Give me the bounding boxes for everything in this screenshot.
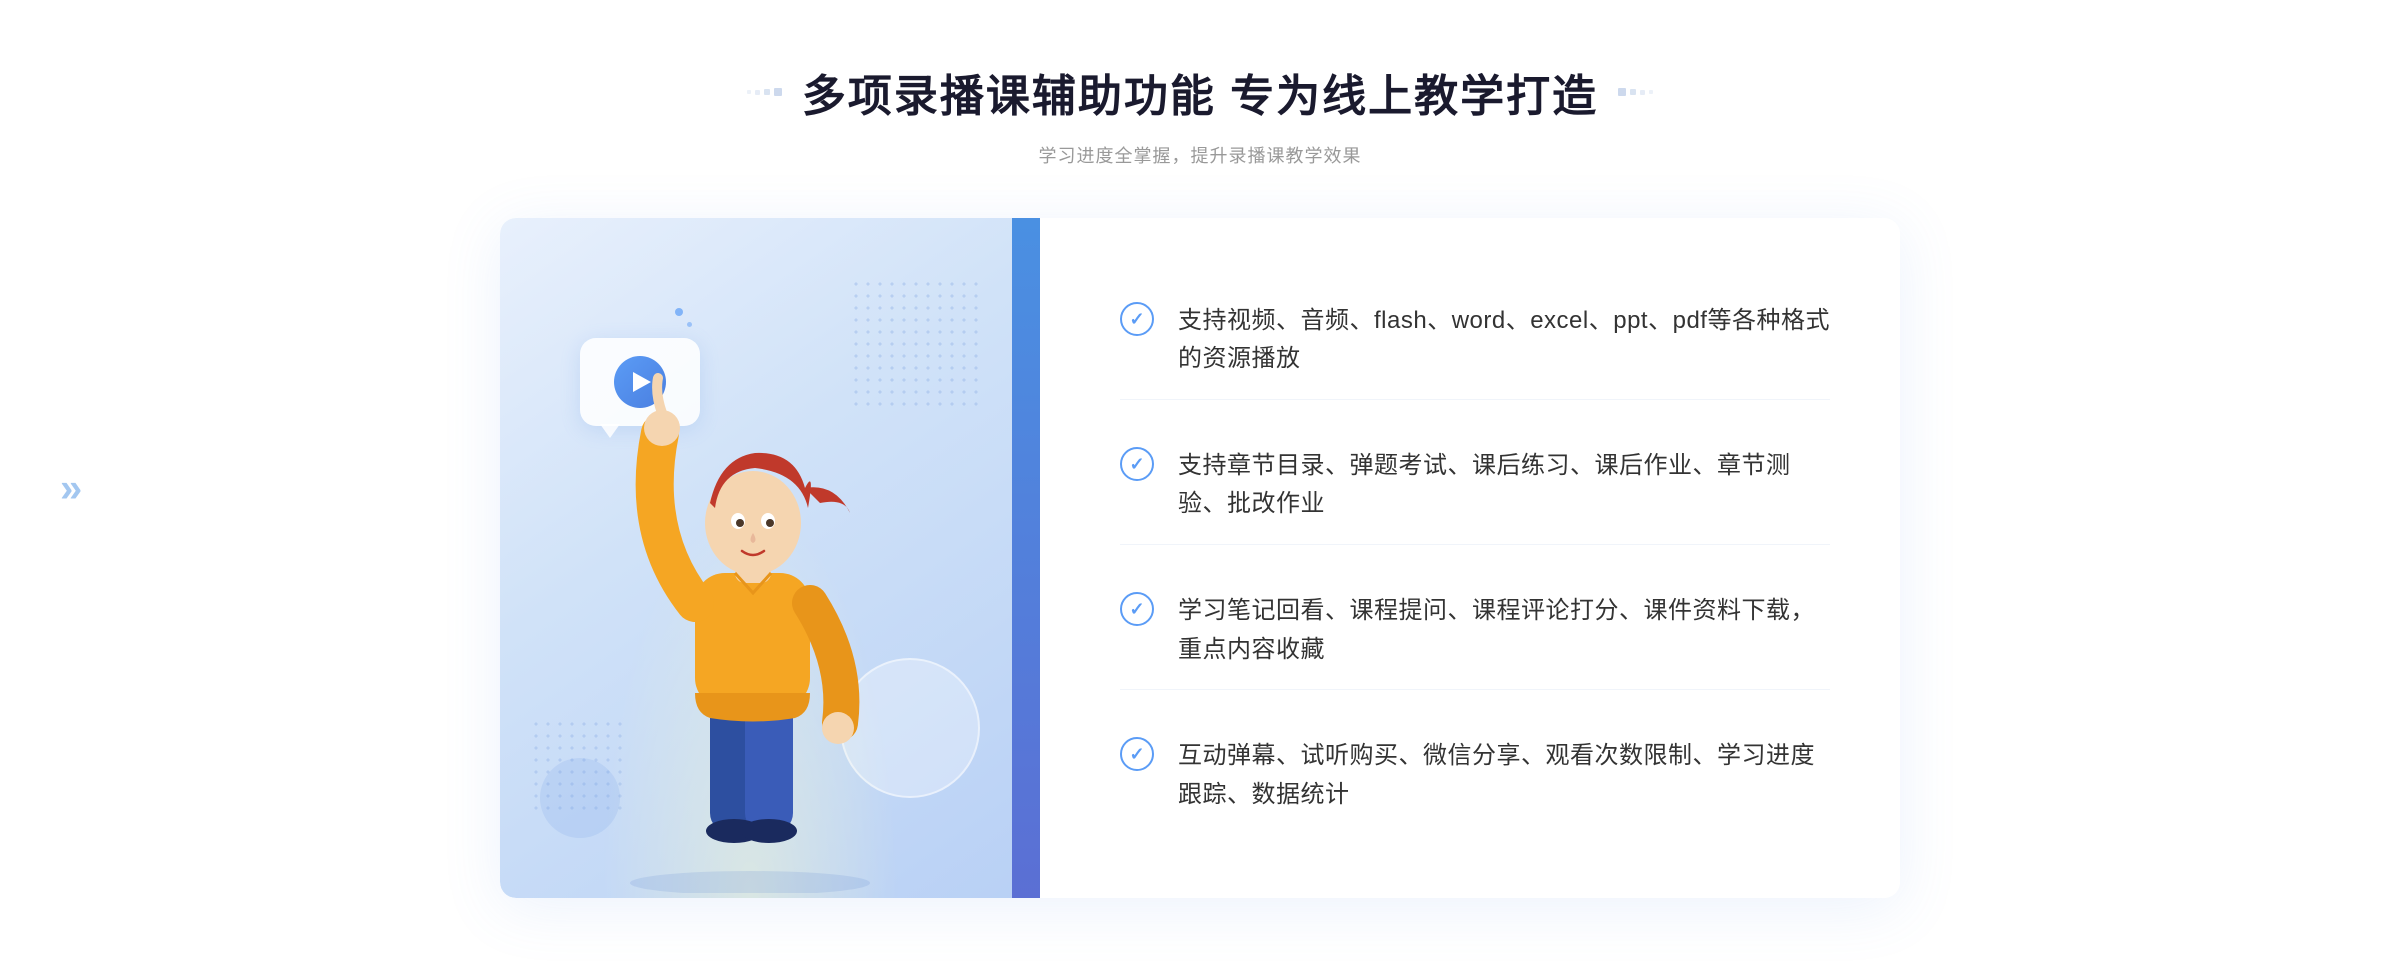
feature-item-4: ✓ 互动弹幕、试听购买、微信分享、观看次数限制、学习进度跟踪、数据统计 bbox=[1120, 717, 1830, 834]
sparkle-dot-1 bbox=[675, 308, 683, 316]
title-row: 多项录播课辅助功能 专为线上教学打造 bbox=[747, 60, 1653, 124]
sparkle-decoration bbox=[675, 308, 692, 327]
feature-text-4: 互动弹幕、试听购买、微信分享、观看次数限制、学习进度跟踪、数据统计 bbox=[1178, 737, 1830, 814]
check-icon-1: ✓ bbox=[1120, 302, 1154, 336]
title-deco-left bbox=[747, 88, 782, 96]
check-mark-1: ✓ bbox=[1129, 310, 1144, 328]
left-chevron-decoration: » bbox=[60, 467, 82, 512]
check-mark-3: ✓ bbox=[1129, 600, 1144, 618]
header-section: 多项录播课辅助功能 专为线上教学打造 学习进度全掌握，提升录播课教学效果 bbox=[747, 60, 1653, 168]
content-card: ✓ 支持视频、音频、flash、word、excel、ppt、pdf等各种格式的… bbox=[500, 218, 1900, 898]
feature-item-3: ✓ 学习笔记回看、课程提问、课程评论打分、课件资料下载，重点内容收藏 bbox=[1120, 572, 1830, 690]
features-panel: ✓ 支持视频、音频、flash、word、excel、ppt、pdf等各种格式的… bbox=[1040, 218, 1900, 898]
check-icon-2: ✓ bbox=[1120, 447, 1154, 481]
blue-vertical-bar bbox=[1012, 218, 1040, 898]
feature-text-1: 支持视频、音频、flash、word、excel、ppt、pdf等各种格式的资源… bbox=[1178, 302, 1830, 379]
check-icon-3: ✓ bbox=[1120, 592, 1154, 626]
feature-text-2: 支持章节目录、弹题考试、课后练习、课后作业、章节测验、批改作业 bbox=[1178, 447, 1830, 524]
check-mark-2: ✓ bbox=[1129, 455, 1144, 473]
feature-item-1: ✓ 支持视频、音频、flash、word、excel、ppt、pdf等各种格式的… bbox=[1120, 282, 1830, 400]
feature-item-2: ✓ 支持章节目录、弹题考试、课后练习、课后作业、章节测验、批改作业 bbox=[1120, 427, 1830, 545]
page-subtitle: 学习进度全掌握，提升录播课教学效果 bbox=[747, 142, 1653, 168]
person-illustration bbox=[580, 373, 920, 898]
check-mark-4: ✓ bbox=[1129, 745, 1144, 763]
sparkle-dot-2 bbox=[687, 322, 692, 327]
title-deco-right bbox=[1618, 88, 1653, 96]
check-icon-4: ✓ bbox=[1120, 737, 1154, 771]
feature-text-3: 学习笔记回看、课程提问、课程评论打分、课件资料下载，重点内容收藏 bbox=[1178, 592, 1830, 669]
page-wrapper: » 多项录播课辅助功能 专为线上教学打造 学习进度全掌握，提升录播课教学效果 bbox=[0, 0, 2400, 978]
illustration-panel bbox=[500, 218, 1040, 898]
page-title: 多项录播课辅助功能 专为线上教学打造 bbox=[802, 60, 1598, 124]
